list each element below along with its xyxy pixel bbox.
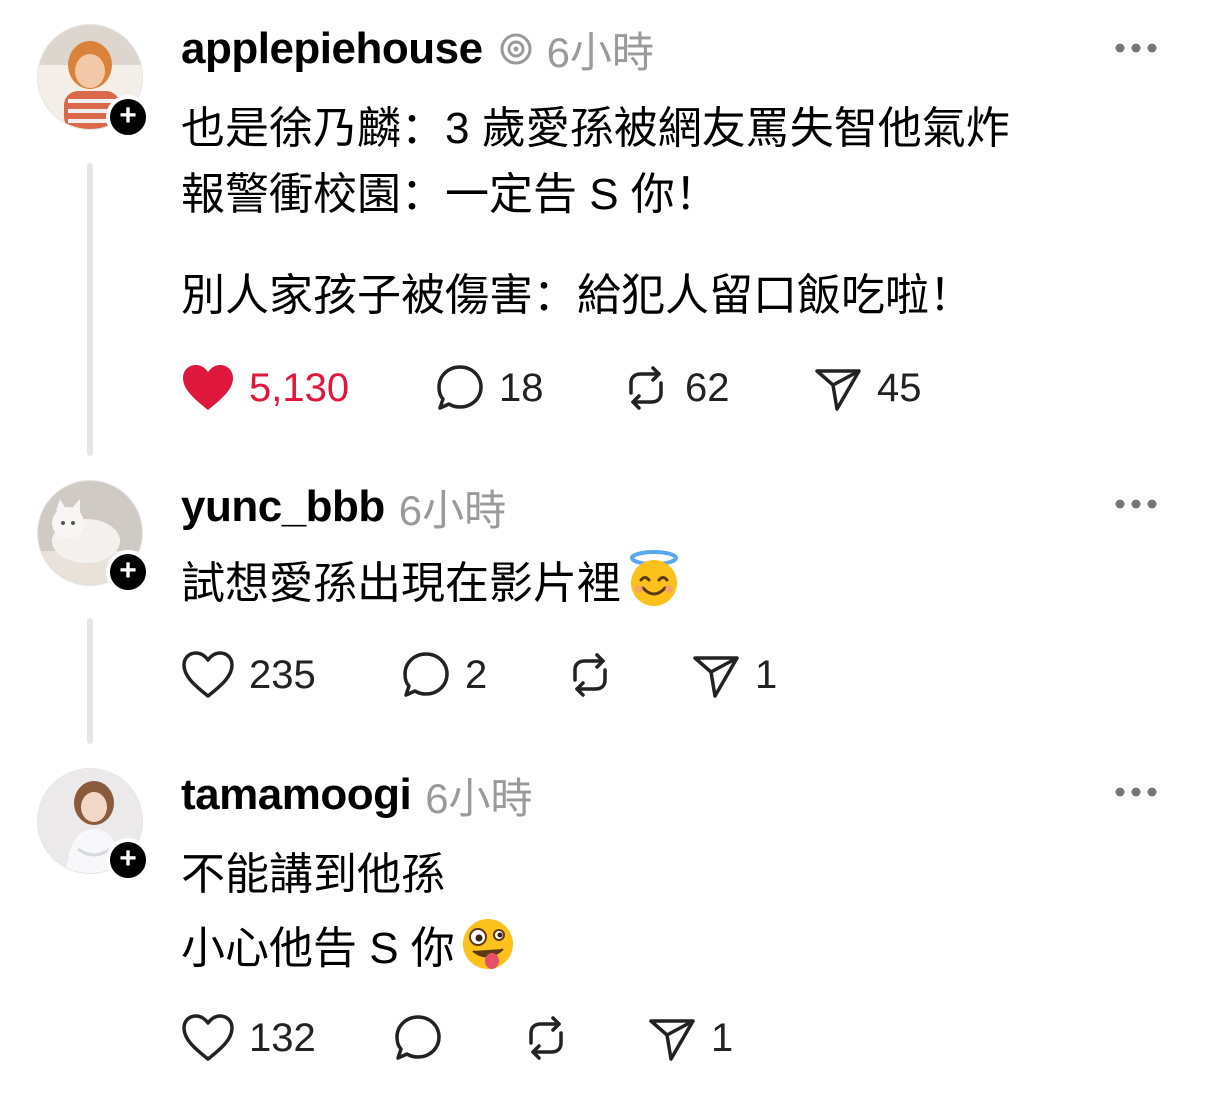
like-button[interactable]: 235 [181, 647, 316, 703]
threads-verified-icon [500, 33, 532, 65]
repost-count: 62 [685, 365, 730, 410]
comment-button[interactable] [393, 1010, 443, 1066]
comment-bubble-icon [437, 365, 483, 410]
post-text-line: 不能講到他孫 [181, 850, 445, 899]
share-count: 45 [877, 365, 922, 410]
plus-icon: + [119, 842, 137, 875]
send-icon [693, 656, 739, 698]
post-text-paragraph-2: 別人家孩子被傷害：給犯人留口飯吃啦！ [181, 263, 973, 329]
username[interactable]: yunc_bbb [181, 482, 385, 532]
comment-bubble-icon [403, 652, 449, 697]
post-text-line: 試想愛孫出現在影片裡 [181, 559, 621, 608]
post-time: 6小時 [398, 486, 507, 534]
more-options-icon[interactable] [1114, 786, 1158, 798]
repost-button[interactable] [521, 1010, 571, 1066]
more-options-icon[interactable] [1114, 498, 1158, 510]
repost-icon [629, 366, 663, 410]
post-header: yunc_bbb 6小時 [181, 480, 506, 534]
share-count: 1 [755, 652, 778, 697]
post-text-line: 也是徐乃麟：3 歲愛孫被網友罵失智他氣炸 [181, 104, 1010, 153]
repost-button[interactable]: 62 [621, 360, 730, 416]
smiling-face-with-halo-icon [630, 550, 678, 606]
thread-line [87, 163, 93, 456]
heart-outline-icon [182, 1014, 234, 1061]
post-time: 6小時 [425, 774, 533, 822]
comment-bubble-icon [395, 1015, 441, 1060]
post-applepiehouse: + applepiehouse 6小時 也是徐乃麟：3 歲愛孫被網友罵失智他氣炸… [0, 0, 1206, 470]
thread-line [87, 618, 93, 744]
like-button[interactable]: 5,130 [181, 360, 349, 416]
plus-icon: + [119, 99, 137, 132]
share-button[interactable]: 1 [647, 1010, 733, 1066]
post-yunc_bbb: + yunc_bbb 6小時 試想愛孫出現在影片裡 235 2 1 [0, 470, 1206, 760]
share-button[interactable]: 45 [813, 360, 922, 416]
plus-icon: + [119, 554, 137, 587]
post-tamamoogi: + tamamoogi 6小時 不能講到他孫 小心他告 S 你 132 1 [0, 760, 1206, 1097]
like-count: 5,130 [249, 365, 350, 410]
post-time: 6小時 [546, 28, 654, 76]
username[interactable]: tamamoogi [181, 770, 412, 820]
comment-button[interactable]: 18 [435, 360, 544, 416]
share-button[interactable]: 1 [691, 647, 777, 703]
repost-icon [529, 1016, 563, 1060]
comment-count: 18 [499, 365, 544, 410]
post-header: applepiehouse 6小時 [181, 22, 654, 76]
username[interactable]: applepiehouse [181, 24, 483, 74]
post-text: 試想愛孫出現在影片裡 [181, 550, 683, 617]
heart-filled-icon [183, 365, 233, 410]
post-text: 不能講到他孫 小心他告 S 你 [181, 838, 517, 986]
like-button[interactable]: 132 [181, 1010, 316, 1066]
follow-button[interactable]: + [106, 838, 150, 882]
post-header: tamamoogi 6小時 [181, 768, 533, 822]
send-icon [815, 369, 861, 411]
share-count: 1 [711, 1015, 734, 1060]
send-icon [649, 1019, 695, 1061]
repost-button[interactable] [565, 647, 615, 703]
post-text: 也是徐乃麟：3 歲愛孫被網友罵失智他氣炸 報警衝校園：一定告 S 你！ [181, 96, 1010, 228]
post-text-line: 報警衝校園：一定告 S 你！ [181, 170, 719, 219]
like-count: 235 [249, 652, 316, 697]
repost-icon [573, 653, 607, 697]
like-count: 132 [249, 1015, 316, 1060]
follow-button[interactable]: + [106, 550, 150, 594]
more-options-icon[interactable] [1114, 42, 1158, 54]
zany-face-icon [462, 919, 513, 969]
heart-outline-icon [182, 651, 234, 698]
comment-button[interactable]: 2 [401, 647, 487, 703]
post-text-line: 小心他告 S 你 [181, 924, 455, 973]
follow-button[interactable]: + [106, 95, 150, 139]
comment-count: 2 [465, 652, 488, 697]
post-text-line: 別人家孩子被傷害：給犯人留口飯吃啦！ [181, 271, 973, 320]
